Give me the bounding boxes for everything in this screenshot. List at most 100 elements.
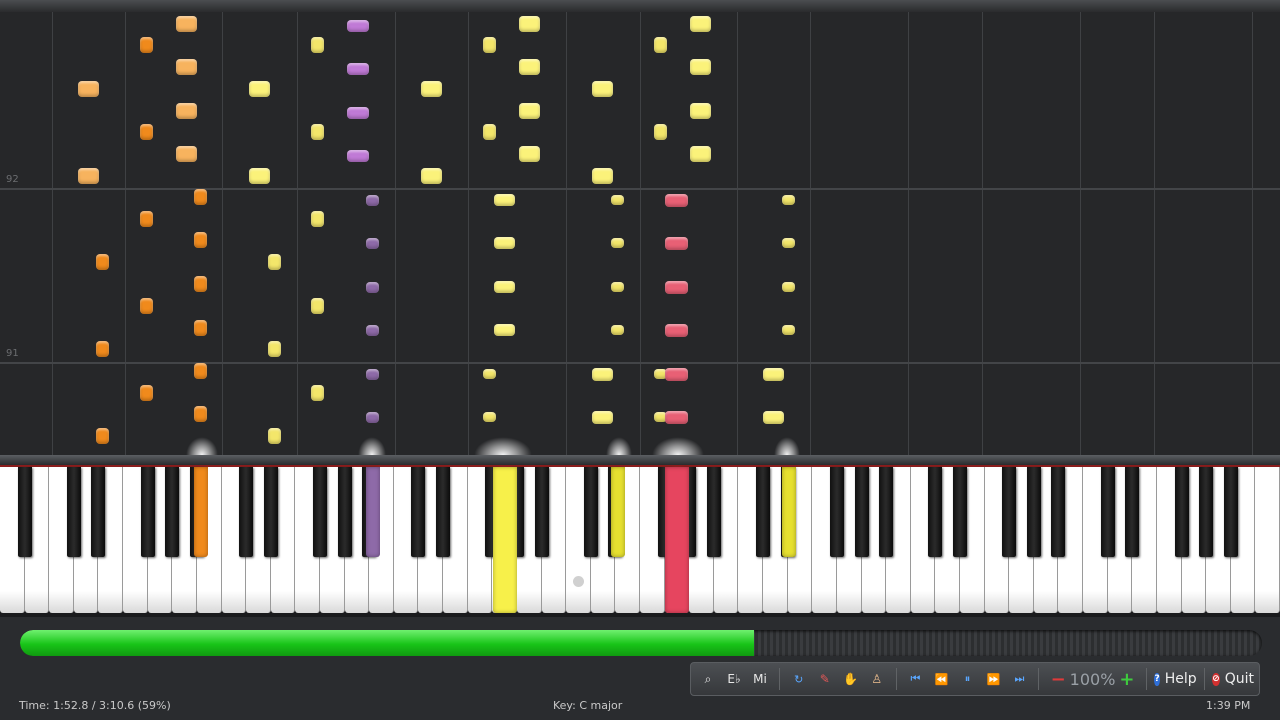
falling-note xyxy=(249,168,270,184)
falling-note xyxy=(665,280,688,294)
zoom-level: 100% xyxy=(1069,669,1116,689)
black-key[interactable] xyxy=(165,467,180,557)
black-key[interactable] xyxy=(1002,467,1017,557)
yellow-key[interactable] xyxy=(493,467,517,613)
yellow-key[interactable] xyxy=(611,467,625,557)
black-key[interactable] xyxy=(756,467,771,557)
black-key[interactable] xyxy=(66,467,81,557)
black-key[interactable] xyxy=(706,467,721,557)
loop-button[interactable]: ↻ xyxy=(788,666,810,692)
search-button[interactable]: ⌕ xyxy=(697,666,719,692)
yellow-key[interactable] xyxy=(782,467,796,557)
beat-line xyxy=(737,0,738,462)
pause-button[interactable]: ⏸ xyxy=(956,666,978,692)
falling-note xyxy=(176,103,197,119)
beat-line xyxy=(125,0,126,462)
black-key[interactable] xyxy=(534,467,549,557)
black-key[interactable] xyxy=(1026,467,1041,557)
falling-note xyxy=(494,237,515,249)
purple-key[interactable] xyxy=(366,467,380,557)
falling-note xyxy=(654,37,667,53)
fast-forward-icon: ⏩ xyxy=(986,672,1001,686)
falling-note xyxy=(519,103,540,119)
falling-note xyxy=(665,193,688,207)
falling-note xyxy=(268,341,281,357)
falling-note xyxy=(654,124,667,140)
hand-button[interactable]: ✋ xyxy=(840,666,862,692)
black-key[interactable] xyxy=(91,467,106,557)
song-progress-bar[interactable] xyxy=(20,630,1262,656)
falling-note xyxy=(592,81,613,97)
black-key[interactable] xyxy=(263,467,278,557)
black-key[interactable] xyxy=(1223,467,1238,557)
measure-number: 92 xyxy=(6,174,19,185)
zoom-in-button[interactable]: + xyxy=(1116,666,1138,692)
rewind-button[interactable]: ⏪ xyxy=(930,666,952,692)
falling-note xyxy=(311,124,324,140)
black-key[interactable] xyxy=(583,467,598,557)
black-key[interactable] xyxy=(17,467,32,557)
zoom-out-button[interactable]: − xyxy=(1047,666,1069,692)
skip-to-end-button[interactable]: ⏭ xyxy=(1008,666,1030,692)
marker-button[interactable]: ✎ xyxy=(814,666,836,692)
black-key[interactable] xyxy=(436,467,451,557)
falling-note xyxy=(366,411,379,423)
black-key[interactable] xyxy=(1125,467,1140,557)
beat-line xyxy=(566,0,567,462)
orange-key[interactable] xyxy=(194,467,208,557)
toolbar-divider xyxy=(1204,668,1206,690)
falling-note xyxy=(249,81,270,97)
black-key[interactable] xyxy=(1100,467,1115,557)
black-key[interactable] xyxy=(854,467,869,557)
falling-note xyxy=(494,281,515,293)
beat-line xyxy=(982,0,983,462)
falling-note xyxy=(311,211,324,227)
falling-note xyxy=(366,281,379,293)
white-key[interactable] xyxy=(1255,467,1280,613)
black-key[interactable] xyxy=(411,467,426,557)
black-key[interactable] xyxy=(239,467,254,557)
falling-note xyxy=(611,195,624,205)
note-labels-button[interactable]: Mi xyxy=(749,666,771,692)
help-button[interactable]: ? Help xyxy=(1154,666,1197,692)
falling-note xyxy=(519,16,540,32)
beat-line xyxy=(810,0,811,462)
piano-keyboard[interactable] xyxy=(0,467,1280,615)
quit-button[interactable]: ⊘ Quit xyxy=(1212,666,1254,692)
black-key[interactable] xyxy=(879,467,894,557)
falling-note xyxy=(611,325,624,335)
pencil-icon: ✎ xyxy=(819,672,830,686)
black-key[interactable] xyxy=(1051,467,1066,557)
rewind-icon: ⏪ xyxy=(934,672,949,686)
top-strip xyxy=(0,0,1280,12)
black-key[interactable] xyxy=(313,467,327,557)
black-key[interactable] xyxy=(928,467,943,557)
falling-note xyxy=(665,236,688,250)
falling-note xyxy=(611,282,624,292)
toolbar-divider xyxy=(1145,668,1147,690)
falling-note xyxy=(494,194,515,206)
falling-note xyxy=(782,238,795,248)
falling-note xyxy=(268,428,281,444)
fast-forward-button[interactable]: ⏩ xyxy=(982,666,1004,692)
falling-note xyxy=(421,168,442,184)
beat-line xyxy=(1252,0,1253,462)
black-key[interactable] xyxy=(337,467,352,557)
falling-note xyxy=(140,385,153,401)
beat-line xyxy=(908,0,909,462)
black-key[interactable] xyxy=(829,467,844,557)
falling-note xyxy=(665,410,688,424)
black-key[interactable] xyxy=(953,467,967,557)
black-key[interactable] xyxy=(1199,467,1214,557)
black-key[interactable] xyxy=(140,467,155,557)
skip-to-start-button[interactable]: ⏮ xyxy=(904,666,926,692)
key-signature-button[interactable]: E♭ xyxy=(723,666,745,692)
beat-line xyxy=(1154,0,1155,462)
metronome-button[interactable]: ♙ xyxy=(866,666,888,692)
key-signature-status: Key: C major xyxy=(553,699,623,712)
metronome-icon: ♙ xyxy=(871,672,883,686)
beat-line xyxy=(1080,0,1081,462)
falling-note xyxy=(592,367,613,381)
black-key[interactable] xyxy=(1174,467,1189,557)
pink-key[interactable] xyxy=(665,467,689,613)
